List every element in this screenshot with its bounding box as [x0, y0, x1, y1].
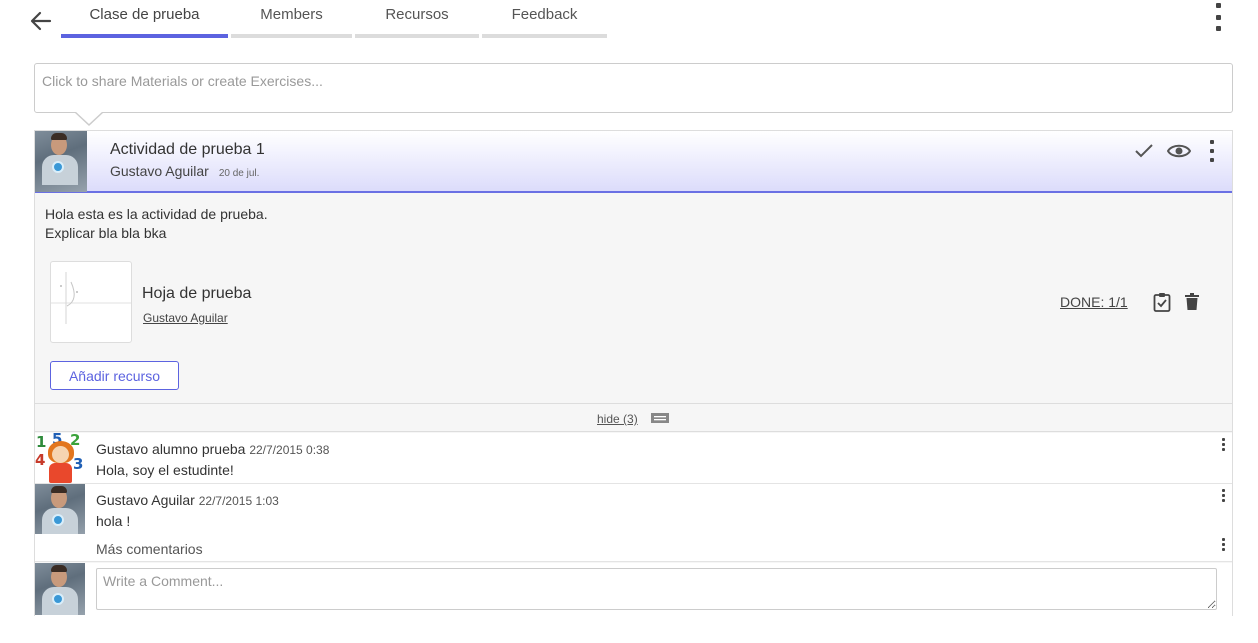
resource-author-link[interactable]: Gustavo Aguilar: [143, 311, 228, 325]
tab-label: Members: [260, 6, 323, 23]
activity-date: 20 de jul.: [218, 168, 260, 179]
write-comment-row: [35, 563, 1232, 616]
graph-sheet-icon: [51, 272, 131, 324]
comment-input[interactable]: [96, 568, 1217, 610]
activity-menu-icon[interactable]: [1208, 140, 1216, 162]
more-options-icon[interactable]: [1212, 3, 1224, 31]
activity-card: Actividad de prueba 1 Gustavo Aguilar 20 …: [34, 130, 1233, 616]
comment-author-line: Gustavo alumno prueba 22/7/2015 0:38: [96, 441, 329, 457]
tab-recursos[interactable]: Recursos: [355, 0, 479, 38]
tab-label: Recursos: [385, 6, 449, 23]
comment-time: 22/7/2015 0:38: [249, 443, 330, 457]
tab-clase-de-prueba[interactable]: Clase de prueba: [61, 0, 228, 38]
hide-comments-link[interactable]: hide (3): [597, 412, 638, 426]
comment-bubble-icon[interactable]: [650, 412, 670, 425]
resource-thumbnail[interactable]: [50, 261, 132, 343]
app-root: Clase de prueba Members Recursos Feedbac…: [0, 0, 1258, 643]
eye-icon[interactable]: [1167, 143, 1191, 159]
share-caret-fill: [75, 111, 103, 124]
student-avatar[interactable]: 1 5 2 4 3: [35, 433, 85, 483]
comment-menu-icon[interactable]: [1220, 489, 1226, 502]
comment-author-line: Gustavo Aguilar 22/7/2015 1:03: [96, 492, 279, 508]
more-comments-row: Más comentarios: [35, 534, 1232, 562]
comment-item: 1 5 2 4 3 Gustavo alumno prueba 22/7/201…: [35, 433, 1232, 484]
activity-header: Actividad de prueba 1 Gustavo Aguilar 20 …: [35, 131, 1232, 193]
done-status-link[interactable]: DONE: 1/1: [1060, 294, 1128, 310]
share-placeholder: Click to share Materials or create Exerc…: [42, 73, 323, 89]
activity-title: Actividad de prueba 1: [110, 141, 265, 158]
comment-item: Gustavo Aguilar 22/7/2015 1:03 hola !: [35, 484, 1232, 536]
resource-title[interactable]: Hoja de prueba: [142, 285, 251, 303]
trash-icon[interactable]: [1185, 293, 1199, 310]
tab-label: Feedback: [511, 6, 578, 23]
comment-author[interactable]: Gustavo Aguilar: [96, 492, 195, 508]
current-user-avatar: [35, 563, 85, 615]
back-arrow-icon[interactable]: [28, 8, 54, 34]
tab-label: Clase de prueba: [89, 6, 200, 23]
tab-feedback[interactable]: Feedback: [482, 0, 607, 38]
comment-time: 22/7/2015 1:03: [198, 494, 279, 508]
add-resource-button[interactable]: Añadir recurso: [50, 361, 179, 390]
comment-text: hola !: [96, 513, 131, 529]
more-comments-link[interactable]: Más comentarios: [96, 541, 203, 557]
clipboard-check-icon[interactable]: [1153, 292, 1171, 312]
comment-text: Hola, soy el estudinte!: [96, 462, 234, 478]
comments-toggle-bar: hide (3): [35, 403, 1232, 432]
activity-author[interactable]: Gustavo Aguilar: [110, 163, 209, 179]
author-avatar[interactable]: [35, 131, 87, 192]
tab-members[interactable]: Members: [231, 0, 352, 38]
share-materials-input[interactable]: Click to share Materials or create Exerc…: [34, 63, 1233, 113]
comment-author[interactable]: Gustavo alumno prueba: [96, 441, 245, 457]
activity-description: Hola esta es la actividad de prueba. Exp…: [45, 206, 268, 241]
course-tabs: Clase de prueba Members Recursos Feedbac…: [61, 0, 610, 38]
more-comments-menu-icon[interactable]: [1220, 538, 1226, 551]
check-icon[interactable]: [1134, 142, 1154, 160]
comment-menu-icon[interactable]: [1220, 438, 1226, 451]
activity-author-line: Gustavo Aguilar 20 de jul.: [110, 163, 259, 179]
commenter-avatar[interactable]: [35, 484, 85, 536]
